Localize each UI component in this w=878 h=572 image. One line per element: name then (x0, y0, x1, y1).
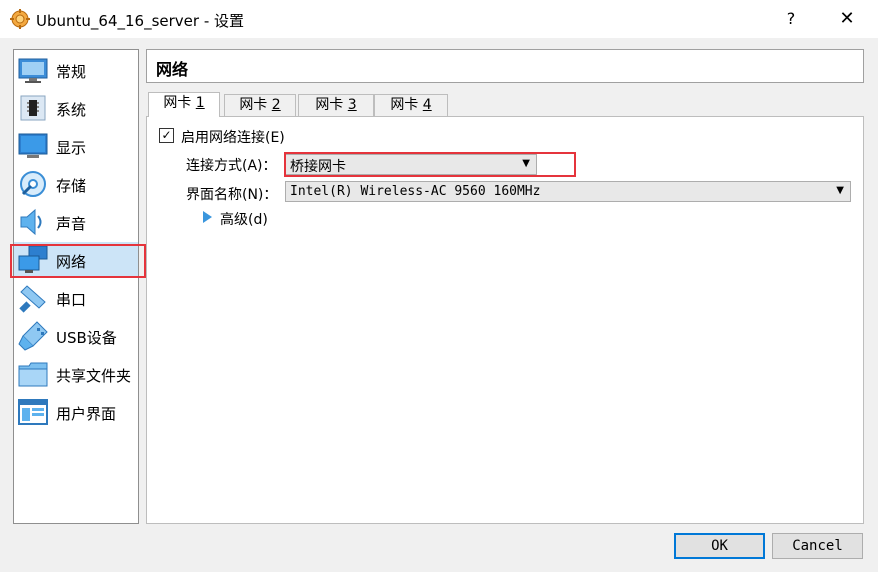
cancel-button[interactable]: Cancel (772, 533, 863, 559)
tab-adapter-2[interactable]: 网卡 2 (224, 94, 296, 116)
sidebar-item-serial-ports[interactable]: 串口 (14, 280, 138, 316)
shared-folder-icon (18, 362, 48, 387)
sidebar-item-network[interactable]: 网络 (14, 242, 138, 278)
tab-adapter-3[interactable]: 网卡 3 (298, 94, 374, 116)
user-interface-icon (18, 399, 48, 425)
attached-to-label: 连接方式(A)： (186, 158, 277, 174)
tab-adapter-4[interactable]: 网卡 4 (374, 94, 448, 116)
chevron-down-icon: ▼ (836, 185, 844, 196)
sidebar-item-display[interactable]: 显示 (14, 128, 138, 164)
interface-name-select[interactable]: Intel(R) Wireless-AC 9560 160MHz ▼ (285, 181, 851, 202)
virtualbox-icon (10, 9, 30, 29)
usb-icon (18, 321, 48, 351)
serial-port-icon (19, 285, 46, 313)
audio-icon (20, 208, 42, 236)
enable-network-label: 启用网络连接(E) (181, 130, 285, 146)
help-button[interactable]: ? (778, 6, 804, 32)
network-icon (18, 245, 48, 273)
advanced-toggle[interactable]: 高级(d) (220, 209, 268, 229)
page-title: 网络 (156, 60, 189, 79)
ok-button[interactable]: OK (674, 533, 765, 559)
enable-network-checkbox[interactable]: ✓ (159, 128, 174, 143)
sidebar-item-usb[interactable]: USB设备 (14, 318, 138, 354)
page-header: 网络 (146, 49, 864, 83)
interface-name-label: 界面名称(N)： (186, 187, 278, 203)
sidebar-item-user-interface[interactable]: 用户界面 (14, 394, 138, 430)
window-title: Ubuntu_64_16_server - 设置 (36, 12, 245, 30)
close-button[interactable]: ✕ (834, 6, 860, 32)
title-bar: Ubuntu_64_16_server - 设置 ? ✕ (0, 0, 878, 38)
sidebar-item-shared-folders[interactable]: 共享文件夹 (14, 356, 138, 392)
display-icon (18, 133, 48, 158)
tab-adapter-1[interactable]: 网卡 1 (148, 92, 220, 117)
storage-icon (20, 171, 46, 197)
settings-sidebar: 常规 系统 显示 存储 声音 网络 串口 USB设备 共享文件夹 用户界面 (13, 49, 139, 524)
sidebar-item-audio[interactable]: 声音 (14, 204, 138, 240)
attached-to-highlight-outline (284, 152, 576, 177)
sidebar-item-storage[interactable]: 存储 (14, 166, 138, 202)
adapter-settings-panel (146, 116, 864, 524)
sidebar-item-general[interactable]: 常规 (14, 52, 138, 88)
general-icon (18, 58, 48, 83)
expand-arrow-icon[interactable] (203, 211, 212, 223)
system-icon (20, 95, 46, 121)
sidebar-item-system[interactable]: 系统 (14, 90, 138, 126)
